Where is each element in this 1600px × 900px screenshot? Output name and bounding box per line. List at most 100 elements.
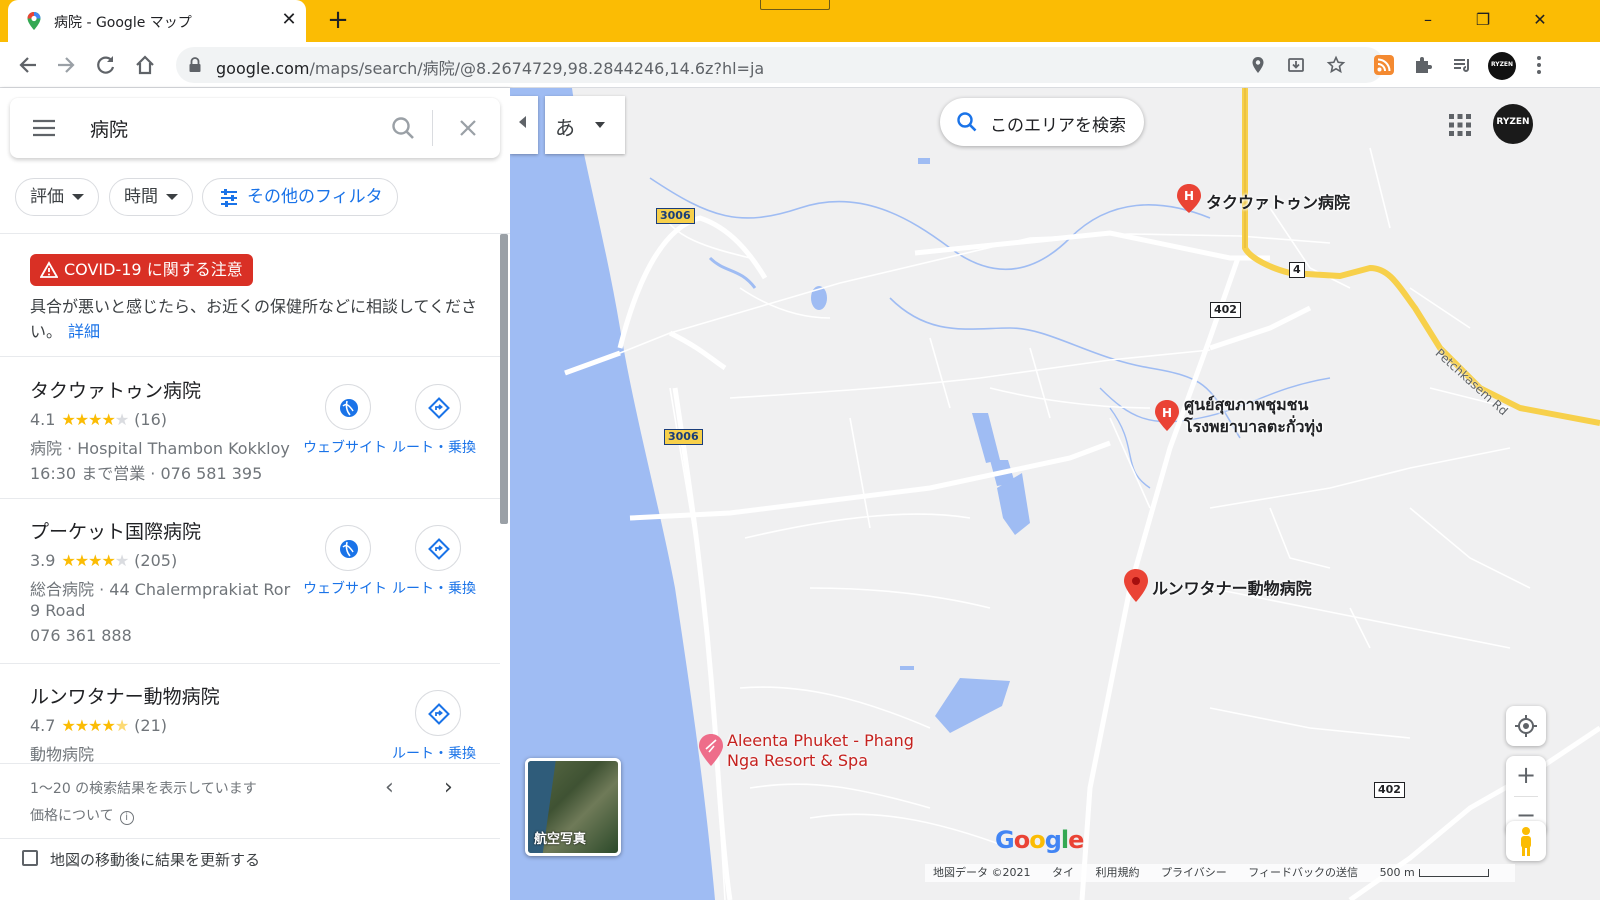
browser-window: 病院 - Google マップ ✕ + – ❐ ✕ google.com/map… [0, 0, 1600, 900]
minimize-button[interactable]: – [1414, 6, 1442, 34]
google-logo: Google [995, 826, 1084, 854]
review-count: (21) [134, 716, 168, 735]
results-sidebar: 病院 評価 時間 その他のフィルタ COVID-19 に関する注意 具合が悪いと… [0, 88, 510, 900]
address-bar[interactable]: google.com/maps/search/病院/@8.2674729,98.… [176, 47, 1384, 83]
media-queue-icon[interactable] [1451, 54, 1473, 76]
google-apps-icon[interactable] [1448, 113, 1472, 137]
globe-icon [340, 399, 358, 417]
hospital-label-2[interactable]: ศูนย์สุขภาพชุมชน โรงพยาบาลตะกั่วทุ่ง [1184, 394, 1323, 438]
clear-search-icon[interactable] [456, 116, 480, 140]
update-on-move-checkbox[interactable] [22, 850, 38, 866]
my-location-button[interactable] [1506, 706, 1546, 746]
results-count: 1〜20 の検索結果を表示しています [30, 781, 257, 797]
privacy-link[interactable]: プライバシー [1161, 866, 1227, 879]
route-shield: 402 [1374, 782, 1405, 798]
directions-label[interactable]: ルート・乗換 [392, 743, 476, 763]
directions-label[interactable]: ルート・乗換 [392, 437, 476, 457]
search-icon[interactable] [390, 115, 416, 141]
warning-icon [40, 261, 58, 278]
map-canvas[interactable]: H H あ このエリアを検索 RYZEN 3006 3006 4 402 402… [510, 88, 1600, 900]
profile-avatar[interactable]: RYZEN [1488, 52, 1516, 80]
browser-tab[interactable]: 病院 - Google マップ ✕ [8, 0, 306, 42]
resort-label[interactable]: Aleenta Phuket - Phang Nga Resort & Spa [727, 731, 914, 771]
install-app-icon[interactable] [1286, 55, 1306, 75]
svg-text:H: H [1162, 406, 1172, 420]
feedback-link[interactable]: フィードバックの送信 [1248, 866, 1358, 879]
search-input[interactable]: 病院 [90, 115, 128, 142]
bookmark-star-icon[interactable] [1326, 55, 1346, 75]
crosshair-icon [1515, 715, 1537, 737]
more-filters-button[interactable]: その他のフィルタ [202, 178, 398, 216]
directions-icon [428, 538, 450, 560]
review-count: (205) [134, 551, 178, 570]
result-item[interactable]: プーケット国際病院 3.9 ★★★★★ (205) 総合病院 · 44 Chaler… [0, 517, 500, 657]
google-maps-favicon-icon [27, 12, 41, 30]
directions-button[interactable] [415, 525, 461, 571]
ime-label: あ [555, 116, 575, 140]
back-arrow-icon[interactable] [14, 51, 42, 79]
update-on-move-label[interactable]: 地図の移動後に結果を更新する [50, 849, 260, 870]
result-address-continued: 9 Road [30, 601, 86, 620]
input-method-button[interactable]: あ [545, 96, 625, 154]
hospital-label-1[interactable]: タクウァトゥン病院 [1206, 189, 1350, 213]
results-scrollbar[interactable] [500, 234, 508, 524]
collapse-sidebar-button[interactable] [510, 96, 538, 154]
result-rating: 4.1 ★★★★★ (16) [30, 410, 167, 429]
result-item[interactable]: ルンワタナー動物病院 4.7 ★★★★★ (21) 動物病院 ルート・乗換 [0, 682, 500, 764]
home-icon[interactable] [131, 51, 159, 79]
forward-arrow-icon[interactable] [52, 51, 80, 79]
country-label[interactable]: タイ [1052, 866, 1074, 879]
directions-button[interactable] [415, 690, 461, 736]
info-icon[interactable]: i [119, 811, 134, 825]
aerial-view-toggle[interactable]: 航空写真 [525, 758, 621, 856]
terms-link[interactable]: 利用規約 [1096, 866, 1140, 879]
result-title[interactable]: タクウァトゥン病院 [30, 376, 201, 403]
filter-chip-hours[interactable]: 時間 [109, 178, 193, 216]
zoom-in-button[interactable]: + [1506, 756, 1546, 796]
scale-bar[interactable] [1418, 869, 1489, 877]
map-data-credit[interactable]: 地図データ ©2021 [933, 866, 1031, 879]
tab-close-icon[interactable]: ✕ [278, 9, 300, 31]
rss-icon[interactable] [1373, 54, 1395, 76]
result-title[interactable]: ルンワタナー動物病院 [30, 682, 220, 709]
search-this-area-label: このエリアを検索 [990, 116, 1126, 136]
rating-value: 4.1 [30, 410, 56, 429]
title-bar: 病院 - Google マップ ✕ + – ❐ ✕ [0, 0, 1600, 42]
website-button[interactable] [325, 525, 371, 571]
hamburger-menu-icon[interactable] [32, 118, 56, 138]
website-label[interactable]: ウェブサイト [303, 578, 387, 598]
pricing-info[interactable]: 価格について i [30, 805, 134, 825]
chevron-down-icon [595, 122, 605, 128]
street-view-pegman[interactable] [1506, 821, 1546, 861]
website-label[interactable]: ウェブサイト [303, 437, 387, 457]
route-shield: 4 [1289, 262, 1305, 278]
search-this-area-button[interactable]: このエリアを検索 [940, 98, 1144, 146]
search-box[interactable]: 病院 [10, 98, 500, 158]
result-category-address: 病院 · Hospital Thambon Kokkloy [30, 439, 290, 458]
covid-details-link[interactable]: 詳細 [68, 322, 100, 341]
prev-page-icon[interactable]: ‹ [385, 777, 394, 799]
location-pin-icon[interactable] [1248, 55, 1268, 75]
directions-button[interactable] [415, 384, 461, 430]
filter-chip-rating[interactable]: 評価 [15, 178, 99, 216]
browser-menu-icon[interactable] [1532, 54, 1546, 76]
vet-label[interactable]: ルンワタナー動物病院 [1152, 575, 1312, 599]
website-button[interactable] [325, 384, 371, 430]
chevron-down-icon [166, 194, 178, 200]
covid-badge-label: COVID-19 に関する注意 [64, 260, 243, 279]
scale-label[interactable]: 500 m [1380, 866, 1415, 879]
directions-label[interactable]: ルート・乗換 [392, 578, 476, 598]
result-title[interactable]: プーケット国際病院 [30, 517, 201, 544]
account-avatar[interactable]: RYZEN [1493, 104, 1533, 144]
result-item[interactable]: タクウァトゥン病院 4.1 ★★★★★ (16) 病院 · Hospital Tha… [0, 376, 500, 486]
lock-icon[interactable] [186, 56, 204, 74]
reload-icon[interactable] [92, 51, 120, 79]
chevron-left-icon [519, 116, 526, 128]
extensions-puzzle-icon[interactable] [1412, 54, 1434, 76]
url-text: google.com/maps/search/病院/@8.2674729,98.… [216, 59, 765, 78]
list-divider [0, 356, 500, 357]
close-window-button[interactable]: ✕ [1526, 6, 1554, 34]
next-page-icon[interactable]: › [444, 777, 453, 799]
new-tab-button[interactable]: + [324, 7, 352, 35]
maximize-button[interactable]: ❐ [1469, 6, 1497, 34]
